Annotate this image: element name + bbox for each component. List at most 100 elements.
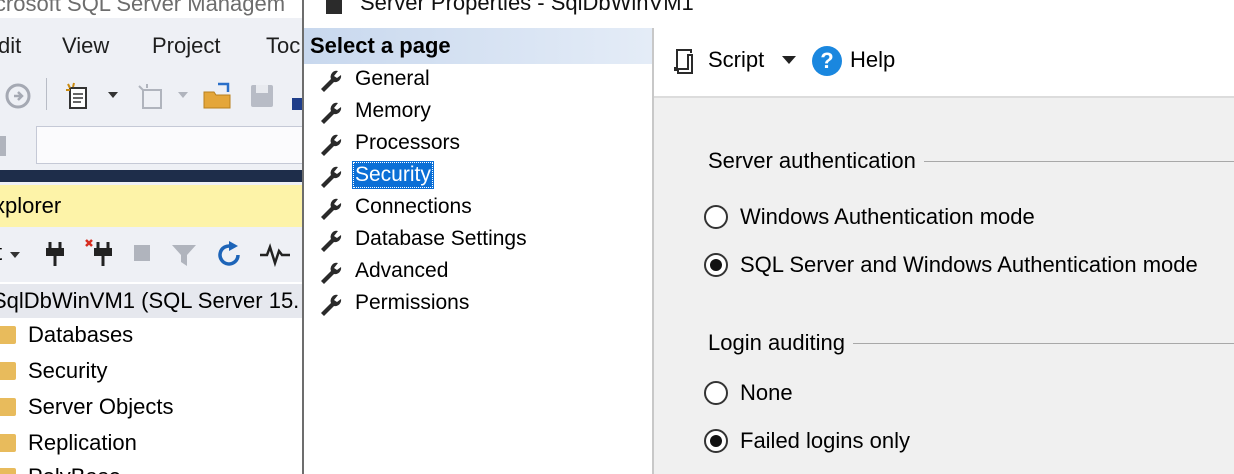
- new-query-icon[interactable]: [64, 82, 94, 112]
- database-selector-combo[interactable]: [36, 126, 302, 164]
- folder-icon: [0, 468, 16, 474]
- page-processors[interactable]: Processors: [318, 128, 638, 160]
- page-label: Advanced: [355, 259, 449, 282]
- page-permissions[interactable]: Permissions: [318, 288, 638, 320]
- tree-node-label: Server Objects: [28, 394, 174, 419]
- ssms-panel-divider: [0, 170, 302, 182]
- radio-label: SQL Server and Windows Authentication mo…: [740, 252, 1198, 277]
- object-explorer-toolbar: t: [0, 230, 302, 278]
- new-query-dropdown-icon[interactable]: [108, 92, 118, 98]
- group-title: Server authentication: [708, 146, 924, 176]
- folder-icon: [0, 326, 16, 344]
- wrench-icon: [321, 70, 342, 92]
- windows-auth-radio[interactable]: Windows Authentication mode: [704, 200, 1224, 234]
- tree-node-databases[interactable]: Databases: [0, 318, 302, 352]
- wrench-icon: [321, 166, 342, 188]
- page-advanced[interactable]: Advanced: [318, 256, 638, 288]
- help-button[interactable]: ? Help: [812, 42, 912, 78]
- page-label: Security: [352, 161, 434, 189]
- wrench-icon: [321, 262, 342, 284]
- activity-monitor-icon[interactable]: [258, 242, 292, 268]
- page-label: Permissions: [355, 291, 470, 314]
- login-auditing-group: Login auditing: [654, 328, 1234, 358]
- wrench-icon: [321, 134, 342, 156]
- page-label: Connections: [355, 195, 472, 218]
- dialog-title-bar: Server Properties - SqlDbWinVM1: [304, 0, 1234, 24]
- save-icon[interactable]: [248, 82, 276, 110]
- folder-icon: [0, 434, 16, 452]
- wrench-icon: [321, 198, 342, 220]
- wrench-icon: [321, 230, 342, 252]
- audit-none-radio[interactable]: None: [704, 376, 1224, 410]
- connect-label-fragment[interactable]: t: [0, 240, 2, 266]
- wrench-icon: [321, 294, 342, 316]
- radio-circle[interactable]: [704, 381, 728, 405]
- save-all-icon[interactable]: [290, 82, 302, 110]
- help-label: Help: [850, 47, 896, 72]
- page-connections[interactable]: Connections: [318, 192, 638, 224]
- forward-icon[interactable]: [4, 82, 32, 110]
- filter-icon[interactable]: [170, 242, 198, 268]
- security-page-content: Script ? Help Server authentication Wind…: [654, 28, 1234, 474]
- audit-failed-logins-radio[interactable]: Failed logins only: [704, 424, 1224, 458]
- ssms-title-text: icrosoft SQL Server Managem: [0, 0, 286, 16]
- stop-icon[interactable]: [132, 243, 152, 263]
- server-authentication-group: Server authentication: [654, 146, 1234, 176]
- select-page-pane: Select a page General Memory Processors …: [304, 28, 652, 474]
- group-divider: [844, 343, 1234, 344]
- server-node-label: SqlDbWinVM1 (SQL Server 15.: [0, 288, 300, 313]
- ssms-menu-bar: dit View Project Toc: [0, 26, 302, 66]
- radio-circle[interactable]: [704, 253, 728, 277]
- radio-selected-dot: [710, 435, 722, 447]
- menu-tools[interactable]: Toc: [266, 33, 300, 59]
- menu-edit[interactable]: dit: [0, 33, 21, 59]
- dialog-title-text: Server Properties - SqlDbWinVM1: [360, 0, 694, 15]
- folder-icon: [0, 362, 16, 380]
- mixed-auth-radio[interactable]: SQL Server and Windows Authentication mo…: [704, 248, 1224, 282]
- tree-node-security[interactable]: Security: [0, 354, 302, 388]
- tree-node-label: Databases: [28, 322, 134, 347]
- menu-view[interactable]: View: [62, 33, 109, 59]
- new-item-icon[interactable]: [136, 82, 166, 112]
- folder-icon: [0, 398, 16, 416]
- object-explorer-header: xplorer: [0, 185, 302, 227]
- page-database-settings[interactable]: Database Settings: [318, 224, 638, 256]
- radio-circle[interactable]: [704, 205, 728, 229]
- help-icon: ?: [812, 46, 842, 76]
- page-label: Memory: [355, 99, 431, 122]
- tree-server-node[interactable]: SqlDbWinVM1 (SQL Server 15.: [0, 284, 302, 318]
- page-general[interactable]: General: [318, 64, 638, 96]
- script-label: Script: [708, 47, 765, 72]
- server-properties-dialog: Server Properties - SqlDbWinVM1 Select a…: [302, 0, 1234, 474]
- wrench-icon: [321, 102, 342, 124]
- toolbar-grip-icon: [0, 136, 6, 156]
- disconnect-icon[interactable]: [84, 238, 116, 268]
- menu-project[interactable]: Project: [152, 33, 220, 59]
- page-label: Processors: [355, 131, 461, 154]
- script-icon: [674, 49, 693, 74]
- page-label: Database Settings: [355, 227, 527, 250]
- tree-node-label: Security: [28, 358, 108, 383]
- ssms-main-window: icrosoft SQL Server Managem dit View Pro…: [0, 0, 302, 474]
- ssms-title-bar: icrosoft SQL Server Managem: [0, 0, 302, 18]
- tree-node-label: Replication: [28, 430, 137, 455]
- tree-node-polybase[interactable]: PolyBase: [0, 460, 302, 474]
- connect-icon[interactable]: [42, 240, 68, 268]
- tree-node-replication[interactable]: Replication: [0, 426, 302, 460]
- chevron-down-icon[interactable]: [782, 56, 796, 64]
- refresh-icon[interactable]: [214, 240, 244, 270]
- group-divider: [914, 161, 1234, 162]
- open-folder-icon[interactable]: [202, 82, 234, 112]
- radio-label: None: [740, 380, 793, 405]
- script-button[interactable]: Script: [670, 42, 812, 78]
- new-item-dropdown-icon[interactable]: [178, 92, 188, 98]
- server-properties-icon: [326, 0, 342, 14]
- connect-dropdown-icon[interactable]: [10, 252, 20, 258]
- radio-circle[interactable]: [704, 429, 728, 453]
- select-page-header: Select a page: [304, 28, 652, 64]
- page-memory[interactable]: Memory: [318, 96, 638, 128]
- page-security[interactable]: Security: [318, 160, 638, 192]
- group-title: Login auditing: [708, 328, 854, 358]
- tree-node-server-objects[interactable]: Server Objects: [0, 390, 302, 424]
- page-label: General: [355, 67, 430, 90]
